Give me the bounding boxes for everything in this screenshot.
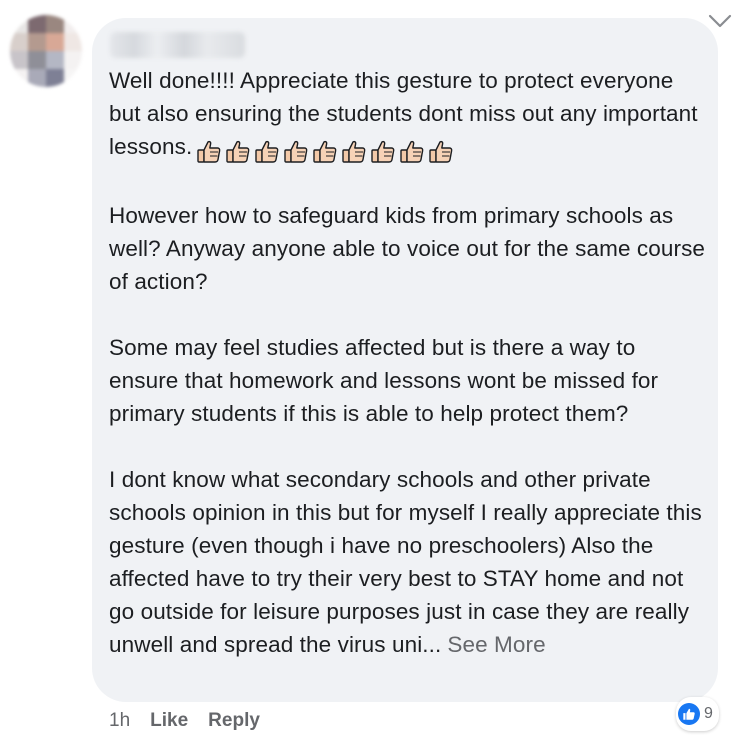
reaction-summary[interactable]: 9 [676,697,719,731]
thumbs-up-emoji-icon [342,140,366,163]
comment-actions: 1h Like Reply [109,706,260,736]
comment-container: Well done!!!! Appreciate this gesture to… [0,0,738,736]
timestamp[interactable]: 1h [109,706,130,736]
thumbs-up-emoji-icon [226,140,250,163]
reply-button[interactable]: Reply [208,706,260,736]
comment-paragraph: I dont know what secondary schools and o… [109,467,702,657]
thumbs-up-emoji-icon [197,140,221,163]
see-more-link[interactable]: See More [447,632,545,657]
comment-paragraph: Some may feel studies affected but is th… [109,335,659,426]
avatar[interactable] [10,15,82,87]
thumbs-up-emoji-icon [429,140,453,163]
thumbs-up-emoji-icon [371,140,395,163]
thumbs-up-emoji-row [196,133,457,166]
thumbs-up-emoji-icon [400,140,424,163]
comment-paragraph: However how to safeguard kids from prima… [109,203,706,294]
thumbs-up-emoji-icon [255,140,279,163]
commenter-name-redacted[interactable] [110,32,245,58]
chevron-down-icon[interactable] [706,10,734,32]
like-button[interactable]: Like [150,706,188,736]
reaction-count: 9 [704,705,713,722]
comment-paragraph: Well done!!!! Appreciate this gesture to… [109,64,709,166]
like-icon [678,703,700,725]
comment-text: Well done!!!! Appreciate this gesture to… [109,64,709,694]
thumbs-up-emoji-icon [284,140,308,163]
thumbs-up-emoji-icon [313,140,337,163]
